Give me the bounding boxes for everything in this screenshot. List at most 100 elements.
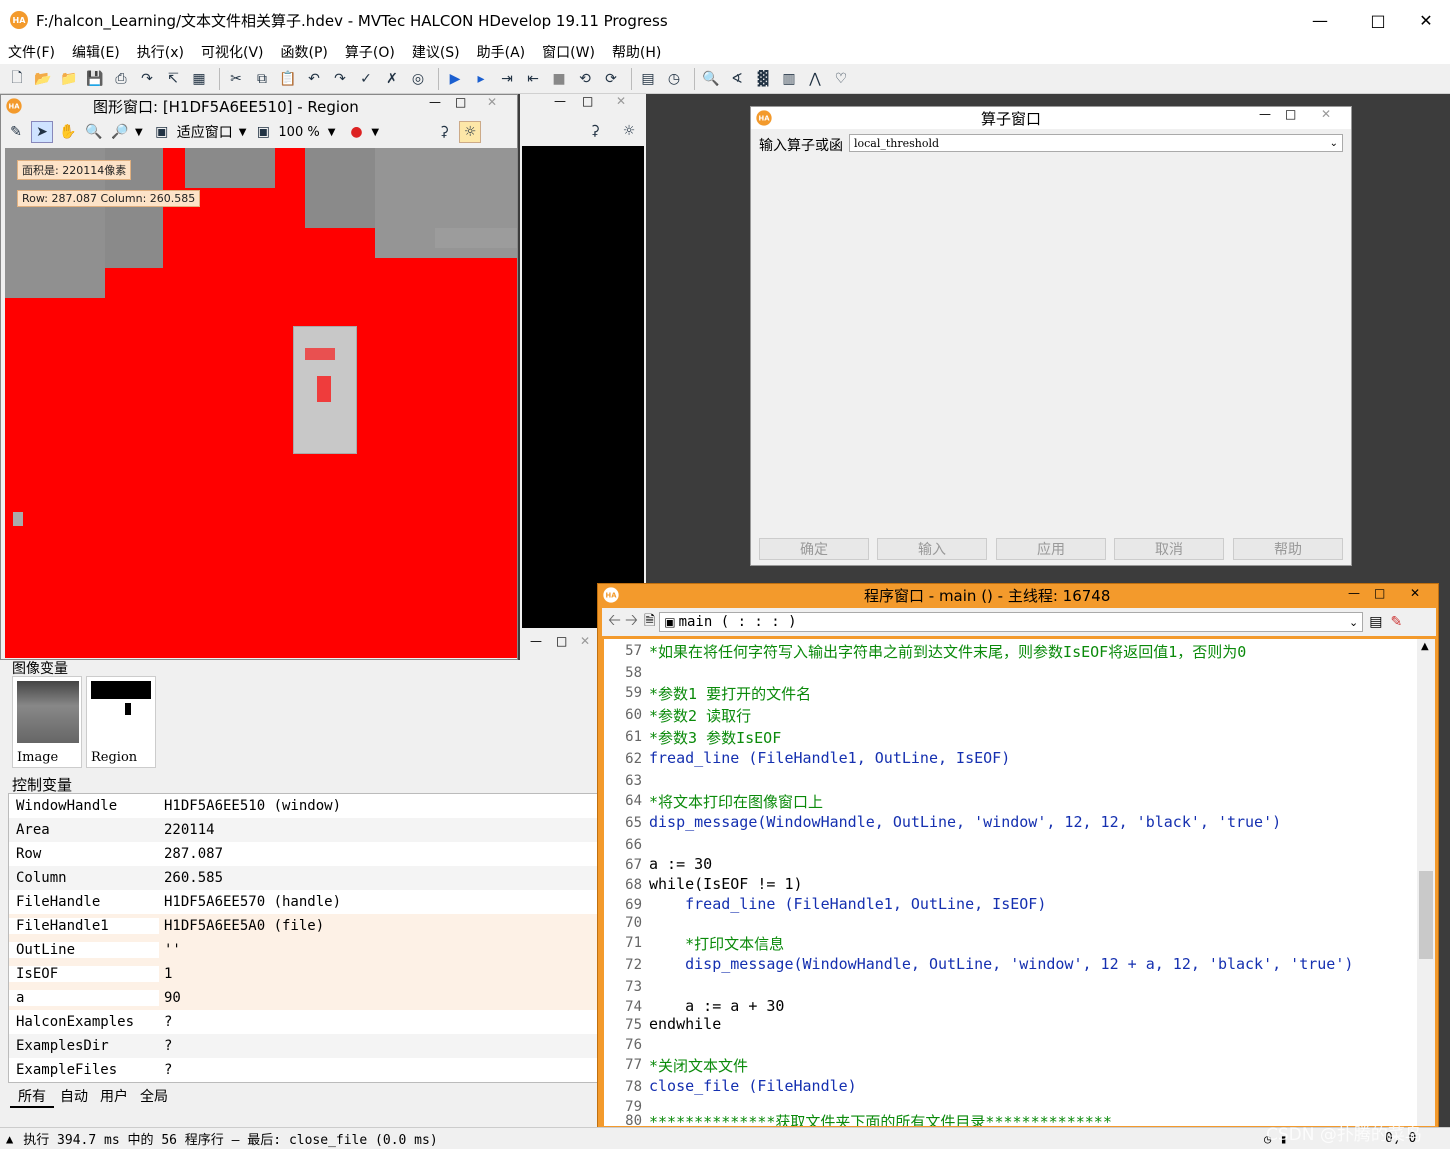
maximize-icon[interactable]: □ <box>455 95 466 109</box>
menu-procedures[interactable]: 函数(P) <box>281 42 328 62</box>
table-row[interactable]: IsEOF 1 <box>9 962 597 986</box>
close-icon[interactable]: ✕ <box>580 634 590 648</box>
chevron-down-icon[interactable]: ▼ <box>371 127 379 138</box>
magnifier-icon[interactable]: 🔍 <box>83 121 105 143</box>
close-icon[interactable]: ✕ <box>1321 107 1331 121</box>
new-file-icon[interactable]: 🗋 <box>6 68 28 90</box>
graphics-canvas-2[interactable] <box>522 146 644 628</box>
enter-button[interactable]: 输入 <box>877 538 987 560</box>
menu-file[interactable]: 文件(F) <box>8 42 55 62</box>
lightbulb-icon[interactable]: ☼ <box>618 120 640 142</box>
stop-icon[interactable]: ■ <box>548 68 570 90</box>
back-arrow-icon[interactable]: 🡠 <box>608 609 621 636</box>
code-line[interactable]: fread_line (FileHandle1, OutLine, IsEOF) <box>649 895 1046 913</box>
minimize-icon[interactable]: — <box>554 94 566 108</box>
graphics-canvas[interactable]: 面积是: 220114像素 Row: 287.087 Column: 260.5… <box>5 148 517 658</box>
code-line[interactable]: endwhile <box>649 1015 721 1033</box>
code-line[interactable]: disp_message(WindowHandle, OutLine, 'win… <box>649 813 1281 831</box>
menu-assistants[interactable]: 助手(A) <box>477 42 526 62</box>
code-line[interactable]: *将文本打印在图像窗口上 <box>649 791 823 812</box>
reset-all-icon[interactable]: ⟳ <box>600 68 622 90</box>
image-thumbnail[interactable]: Image <box>12 676 82 768</box>
maximize-icon[interactable]: □ <box>556 634 567 648</box>
deactivate-icon[interactable]: ✗ <box>381 68 403 90</box>
step-out-icon[interactable]: ⇤ <box>522 68 544 90</box>
pin-icon[interactable]: ⚳ <box>584 120 606 142</box>
feature-histogram-icon[interactable]: ▓ <box>752 68 774 90</box>
step-into-icon[interactable]: ⇥ <box>496 68 518 90</box>
properties-icon[interactable]: ▦ <box>188 68 210 90</box>
reset-icon[interactable]: ⟲ <box>574 68 596 90</box>
table-row[interactable]: FileHandle H1DF5A6EE570 (handle) <box>9 890 597 914</box>
chevron-down-icon[interactable]: ▼ <box>328 127 336 138</box>
ok-button[interactable]: 确定 <box>759 538 869 560</box>
code-line[interactable]: disp_message(WindowHandle, OutLine, 'win… <box>649 955 1353 973</box>
fit-window-label[interactable]: 适应窗口 <box>177 122 233 142</box>
line-profile-icon[interactable]: ⋀ <box>804 68 826 90</box>
code-line[interactable]: fread_line (FileHandle1, OutLine, IsEOF) <box>649 749 1010 767</box>
minimize-icon[interactable]: — <box>429 95 441 109</box>
minimize-icon[interactable]: — <box>530 634 542 648</box>
scrollbar-thumb[interactable] <box>1419 871 1433 959</box>
scroll-up-icon[interactable]: ▲ <box>1421 641 1429 652</box>
zoom-icon[interactable]: 🔎 <box>109 121 131 143</box>
table-row[interactable]: Row 287.087 <box>9 842 597 866</box>
tab-user[interactable]: 用户 <box>94 1086 134 1108</box>
code-line[interactable]: a := 30 <box>649 855 712 873</box>
close-icon[interactable]: ✕ <box>1402 0 1450 40</box>
edit-procedure-icon[interactable]: ▤ <box>1369 614 1382 630</box>
feature-inspection-icon[interactable]: ▥ <box>778 68 800 90</box>
undo-icon[interactable]: ↶ <box>303 68 325 90</box>
menu-execute[interactable]: 执行(x) <box>137 42 184 62</box>
zoom-window-icon[interactable]: 🔍 <box>700 68 722 90</box>
ocr-icon[interactable]: ♡ <box>830 68 852 90</box>
code-line[interactable]: while(IsEOF != 1) <box>649 875 803 893</box>
step-over-icon[interactable]: ▸ <box>470 68 492 90</box>
minimize-icon[interactable]: — <box>1259 107 1271 121</box>
table-row[interactable]: ExamplesDir? <box>9 1034 597 1058</box>
tab-all[interactable]: 所有 <box>10 1086 54 1108</box>
table-row[interactable]: OutLine '' <box>9 938 597 962</box>
menu-suggestions[interactable]: 建议(S) <box>412 42 460 62</box>
chevron-down-icon[interactable]: ⌄ <box>1330 138 1338 149</box>
code-line[interactable]: close_file (FileHandle) <box>649 1077 857 1095</box>
pointer-icon[interactable]: ➤ <box>31 121 53 143</box>
code-editor[interactable]: 57 *如果在将任何字符写入输出字符串之前到达文件末尾，则参数IsEOF将返回值1… <box>604 639 1417 1126</box>
code-line[interactable]: *参数3 参数IsEOF <box>649 727 781 748</box>
color-icon[interactable]: ● <box>345 121 367 143</box>
activate-icon[interactable]: ✓ <box>355 68 377 90</box>
maximize-icon[interactable]: □ <box>1285 107 1296 121</box>
menu-operators[interactable]: 算子(O) <box>345 42 395 62</box>
copy-icon[interactable]: ⧉ <box>251 68 273 90</box>
table-row[interactable]: FileHandle1 H1DF5A6EE5A0 (file) <box>9 914 597 938</box>
tab-global[interactable]: 全局 <box>134 1086 174 1108</box>
zoom-level-icon[interactable]: ▣ <box>252 121 274 143</box>
table-row[interactable]: WindowHandle H1DF5A6EE510 (window) <box>9 794 597 818</box>
menu-help[interactable]: 帮助(H) <box>612 42 661 62</box>
cancel-button[interactable]: 取消 <box>1114 538 1224 560</box>
maximize-icon[interactable]: □ <box>582 94 593 108</box>
menu-visualization[interactable]: 可视化(V) <box>201 42 264 62</box>
code-line[interactable]: *参数2 读取行 <box>649 705 751 726</box>
open-file-icon[interactable]: 📂 <box>32 68 54 90</box>
minimize-icon[interactable]: — <box>1348 586 1360 600</box>
code-line[interactable]: **************获取文件夹下面的所有文件目录************… <box>649 1111 1112 1126</box>
table-row[interactable]: Column 260.585 <box>9 866 597 890</box>
table-row[interactable]: Area 220114 <box>9 818 597 842</box>
hand-icon[interactable]: ✋ <box>57 121 79 143</box>
chevron-down-icon[interactable]: ⌄ <box>1349 616 1358 629</box>
print-icon[interactable]: ⎙ <box>110 68 132 90</box>
menu-window[interactable]: 窗口(W) <box>542 42 595 62</box>
redo-icon[interactable]: ↷ <box>329 68 351 90</box>
maximize-icon[interactable]: □ <box>1374 586 1385 600</box>
export-icon[interactable]: ↷ <box>136 68 158 90</box>
region-thumbnail[interactable]: Region <box>86 676 156 768</box>
fit-window-icon[interactable]: ▣ <box>151 121 173 143</box>
paste-icon[interactable]: 📋 <box>277 68 299 90</box>
chevron-down-icon[interactable]: ▼ <box>239 127 247 138</box>
help-button[interactable]: 帮助 <box>1233 538 1343 560</box>
close-icon[interactable]: ✕ <box>1410 586 1420 600</box>
procedure-select[interactable]: ▣ main ( : : : ) ⌄ <box>659 612 1364 632</box>
save-icon[interactable]: 💾 <box>84 68 106 90</box>
timer-icon[interactable]: ◷ <box>663 68 685 90</box>
